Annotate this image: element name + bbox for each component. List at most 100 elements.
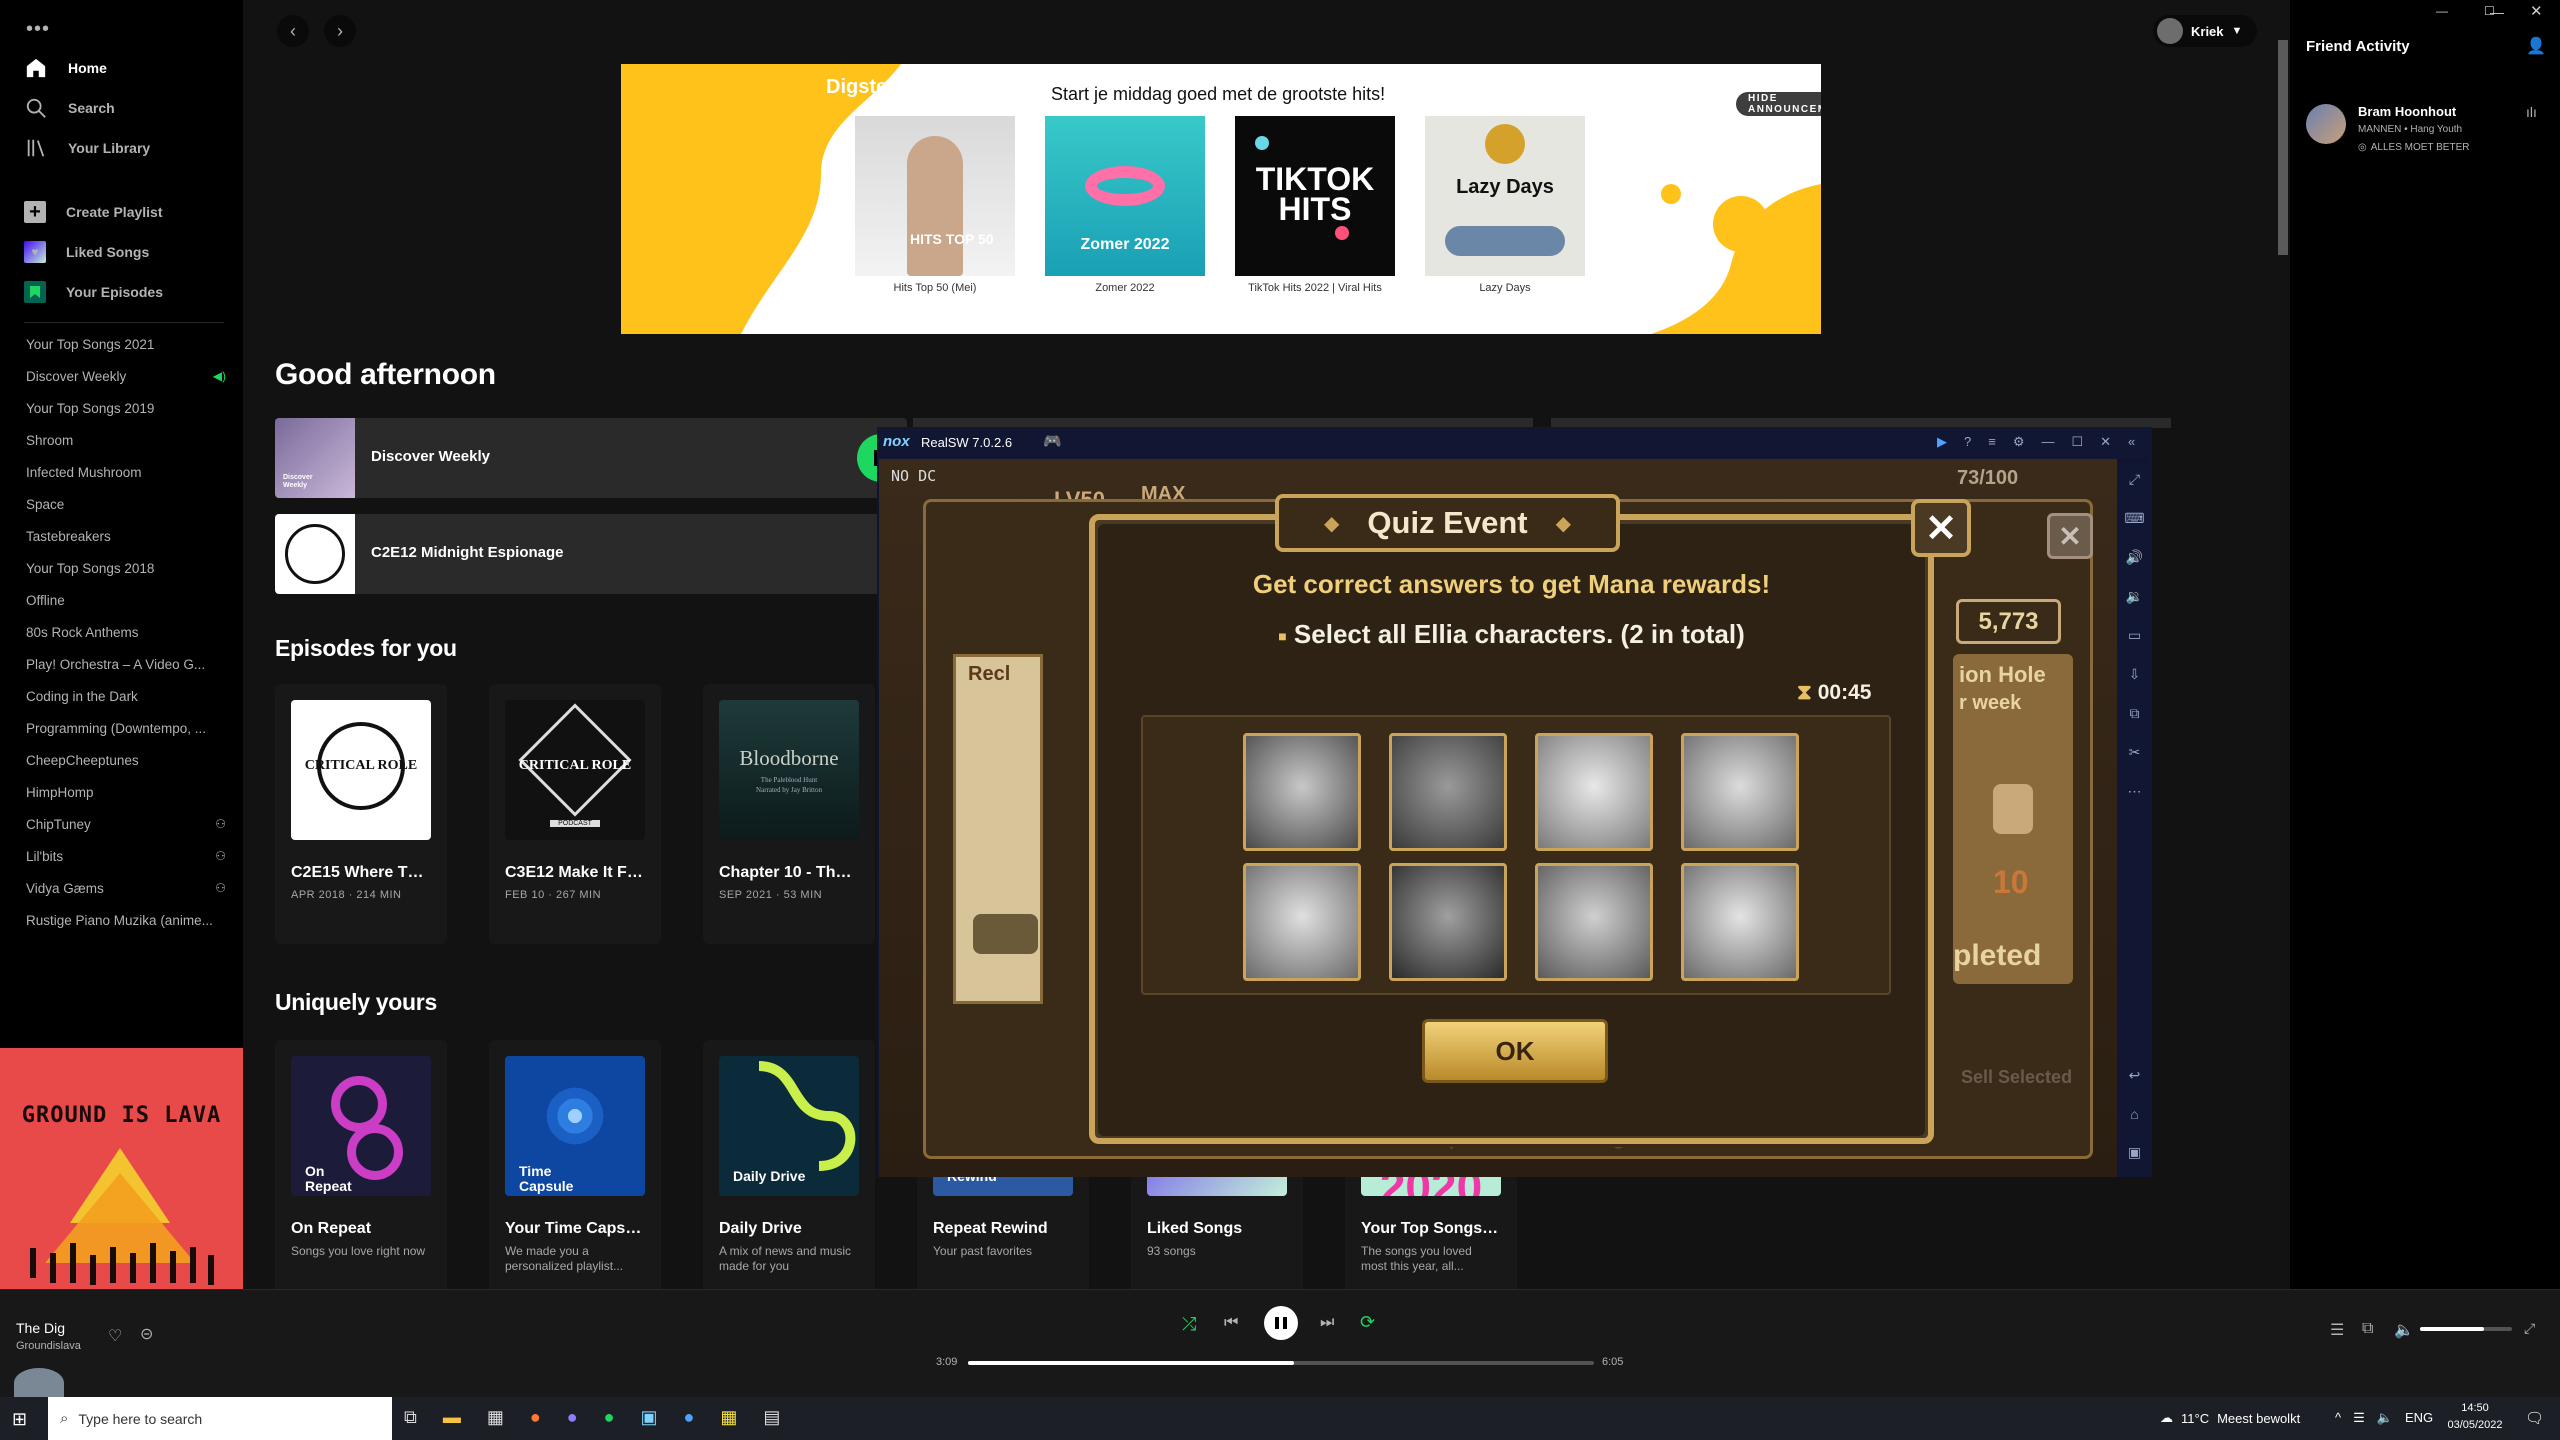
nox-icon[interactable]: ▣ (641, 1407, 658, 1428)
progress-bar[interactable] (968, 1361, 1594, 1365)
volume-icon[interactable]: 🔈 (2394, 1320, 2414, 1340)
heart-icon[interactable]: ♡ (108, 1326, 122, 1346)
track-artist[interactable]: Groundislava (16, 1340, 81, 1352)
playlist-item[interactable]: Infected Mushroom (26, 465, 226, 480)
settings-icon[interactable]: ⚙ (2013, 434, 2025, 450)
playlist-item[interactable]: Your Top Songs 2019 (26, 401, 226, 416)
quiz-option[interactable] (1243, 863, 1361, 981)
firefox-icon[interactable]: ● (530, 1407, 541, 1428)
install-icon[interactable]: ⇩ (2129, 666, 2141, 683)
home-icon[interactable]: ⌂ (2130, 1106, 2138, 1122)
nav-home[interactable]: Home (24, 50, 107, 86)
back-button[interactable]: ‹ (277, 15, 309, 47)
maximize-icon[interactable]: ☐ (2071, 434, 2083, 450)
back-icon[interactable]: ↩ (2129, 1067, 2141, 1084)
volume-slider[interactable] (2420, 1327, 2512, 1331)
episode-card[interactable]: CRITICAL ROLE PODCAST C3E12 Make It Fas.… (489, 684, 661, 944)
chevron-up-icon[interactable]: ^ (2335, 1410, 2341, 1426)
screen-icon[interactable]: ▭ (2128, 627, 2141, 644)
store-icon[interactable]: ▦ (487, 1407, 504, 1428)
notifications-icon[interactable]: 🗨 (2525, 1409, 2544, 1427)
quiz-close-button[interactable]: ✕ (1911, 499, 1971, 557)
file-explorer-icon[interactable]: ▬ (443, 1407, 461, 1428)
announcement-banner[interactable]: Digster Start je middag goed met de groo… (621, 64, 1821, 334)
steam-icon[interactable]: ● (684, 1407, 695, 1428)
more-icon[interactable]: ••• (26, 18, 50, 41)
previous-icon[interactable]: ⏮ (1224, 1314, 1238, 1332)
episode-card[interactable]: CRITICAL ROLE C2E15 Where The ... APR 20… (275, 684, 447, 944)
window-minimize-button[interactable]: — (2436, 4, 2448, 18)
playlist-card[interactable]: Time Capsule Your Time Capsule We made y… (489, 1040, 661, 1300)
volume-icon[interactable]: 🔈 (2377, 1410, 2393, 1426)
quiz-option[interactable] (1681, 863, 1799, 981)
playlist-item[interactable]: Space (26, 497, 226, 512)
discord-icon[interactable]: ● (567, 1407, 578, 1428)
playlist-item[interactable]: Play! Orchestra – A Video G... (26, 657, 226, 672)
playlist-item[interactable]: Vidya Gæms ⚇ (26, 881, 226, 896)
minimize-icon[interactable]: — (2041, 434, 2054, 450)
scissors-icon[interactable]: ✂ (2129, 744, 2141, 761)
add-friend-icon[interactable]: 👤 (2526, 36, 2546, 56)
playlist-item[interactable]: Coding in the Dark (26, 689, 226, 704)
queue-icon[interactable]: ☰ (2330, 1320, 2344, 1340)
clock[interactable]: 14:50 03/05/2022 (2440, 1400, 2510, 1434)
language-indicator[interactable]: ENG (2405, 1410, 2433, 1426)
weather-widget[interactable]: ☁ 11°C Meest bewolkt (2160, 1410, 2300, 1426)
shortcut-tile[interactable]: Discover Weekly Discover Weekly (275, 418, 907, 498)
playlist-item[interactable]: 80s Rock Anthems (26, 625, 226, 640)
ok-button[interactable]: OK (1422, 1019, 1608, 1083)
volume-down-icon[interactable]: 🔉 (2126, 588, 2143, 605)
playlist-item[interactable]: Tastebreakers (26, 529, 226, 544)
playlist-card[interactable]: On Repeat On Repeat Songs you love right… (275, 1040, 447, 1300)
playlist-item[interactable]: Lil'bits ⚇ (26, 849, 226, 864)
playlist-card[interactable]: Daily Drive Daily Drive A mix of news an… (703, 1040, 875, 1300)
windows-start-icon[interactable]: ⊞ (12, 1409, 27, 1430)
collapse-icon[interactable]: « (2128, 434, 2135, 450)
pip-icon[interactable]: ⊝ (140, 1324, 153, 1344)
more-icon[interactable]: ⋯ (2128, 783, 2142, 800)
playlist-item[interactable]: HimpHomp (26, 785, 226, 800)
quiz-option[interactable] (1535, 733, 1653, 851)
next-icon[interactable]: ⏭ (1320, 1314, 1334, 1332)
playlist-item[interactable]: Rustige Piano Muzika (anime... (26, 913, 226, 928)
quiz-option[interactable] (1243, 733, 1361, 851)
menu-icon[interactable]: ≡ (1988, 434, 1996, 450)
shortcut-tile[interactable]: C2E12 Midnight Espionage (275, 514, 907, 594)
friend-context[interactable]: ◎ ALLES MOET BETER (2358, 142, 2469, 153)
friend-avatar[interactable] (2306, 104, 2346, 144)
devices-icon[interactable]: ⧉ (2362, 1320, 2373, 1338)
pycharm-icon[interactable]: ▦ (720, 1407, 737, 1428)
network-icon[interactable]: ☰ (2353, 1410, 2365, 1426)
nav-library[interactable]: Your Library (24, 130, 150, 166)
banner-item[interactable]: TIKTOK HITS TikTok Hits 2022 | Viral Hit… (1235, 116, 1395, 294)
playlist-item[interactable]: Programming (Downtempo, ... (26, 721, 226, 736)
spotify-icon[interactable]: ● (604, 1407, 615, 1428)
now-playing-cover[interactable]: GROUND IS LAVA (0, 1048, 243, 1289)
liked-songs-button[interactable]: ♥ Liked Songs (24, 234, 149, 270)
nav-search[interactable]: Search (24, 90, 115, 126)
quiz-option[interactable] (1681, 733, 1799, 851)
friend-track[interactable]: MANNEN • Hang Youth (2358, 124, 2462, 135)
help-icon[interactable]: ? (1964, 434, 1971, 450)
volume-up-icon[interactable]: 🔊 (2126, 549, 2143, 566)
friend-name[interactable]: Bram Hoonhout (2358, 104, 2456, 119)
window-maximize-button[interactable]: ☐ (2484, 4, 2495, 18)
create-playlist-button[interactable]: + Create Playlist (24, 194, 163, 230)
playlist-item[interactable]: CheepCheeptunes (26, 753, 226, 768)
shuffle-icon[interactable]: ⤮ (1182, 1314, 1196, 1335)
gamepad-icon[interactable]: 🎮 (1043, 432, 1062, 450)
multi-instance-icon[interactable]: ⧉ (2130, 705, 2140, 722)
track-title[interactable]: The Dig (16, 1320, 65, 1336)
window-close-button[interactable]: ✕ (2530, 2, 2543, 20)
playlist-item[interactable]: ChipTuney ⚇ (26, 817, 226, 832)
playlist-item[interactable]: Shroom (26, 433, 226, 448)
user-menu[interactable]: Kriek ▼ (2153, 15, 2257, 47)
episode-card[interactable]: Bloodborne The Paleblood Hunt Narrated b… (703, 684, 875, 944)
repeat-icon[interactable]: ⟳ (1360, 1312, 1375, 1333)
quiz-option[interactable] (1389, 733, 1507, 851)
quiz-option[interactable] (1535, 863, 1653, 981)
task-view-icon[interactable]: ⧉ (404, 1407, 417, 1428)
your-episodes-button[interactable]: Your Episodes (24, 274, 163, 310)
quiz-option[interactable] (1389, 863, 1507, 981)
playlist-item[interactable]: Your Top Songs 2021 (26, 337, 226, 352)
